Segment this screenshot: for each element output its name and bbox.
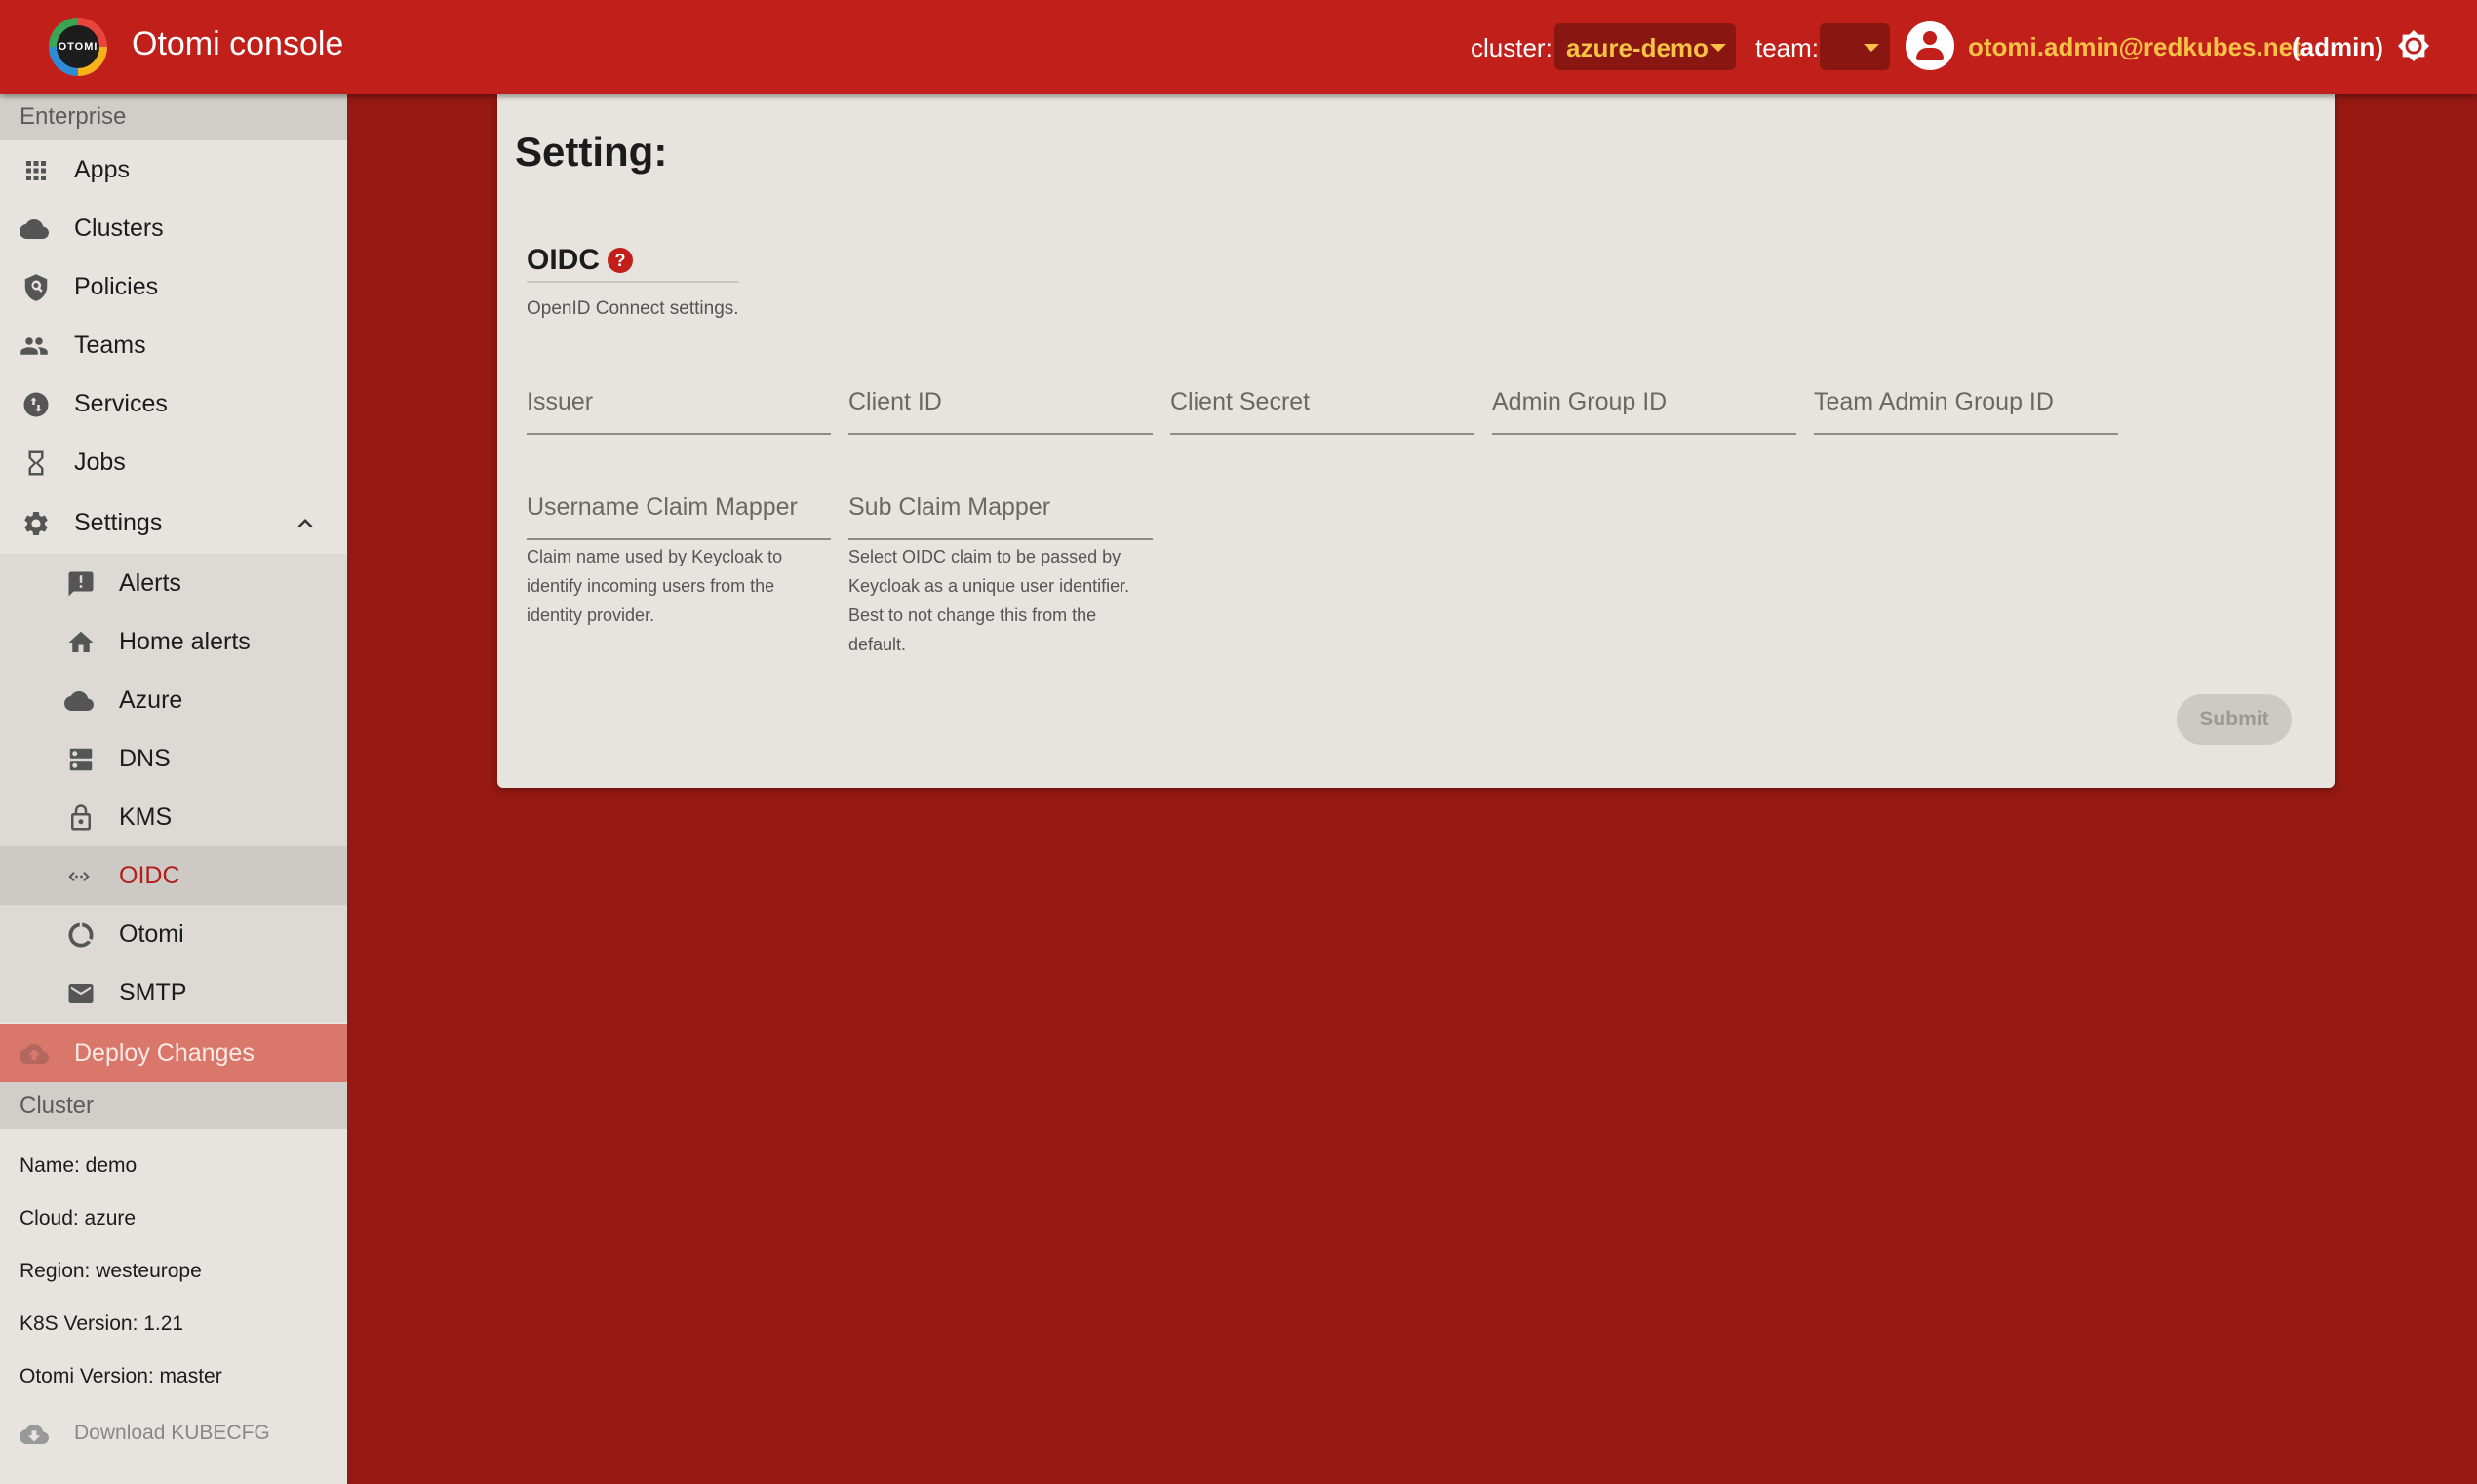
sidebar-item-label: Clusters (74, 215, 164, 242)
cluster-k8s-version: K8S Version: 1.21 (20, 1312, 184, 1335)
sub-claim-mapper-help: Select OIDC claim to be passed by Keyclo… (848, 547, 1130, 654)
cloud-icon (64, 691, 94, 711)
client-secret-input[interactable] (1170, 388, 1474, 416)
code-arrows-icon (68, 872, 90, 881)
admin-group-id-input[interactable] (1492, 388, 1796, 416)
cluster-select[interactable]: azure-demo (1554, 23, 1736, 70)
sub-claim-mapper-field[interactable] (848, 480, 1153, 540)
cluster-otomi-version: Otomi Version: master (20, 1365, 222, 1387)
sidebar-item-otomi[interactable]: Otomi (0, 905, 347, 963)
sidebar: Enterprise Apps Clusters Policies Teams … (0, 94, 347, 1484)
client-secret-field[interactable] (1170, 374, 1474, 435)
cluster-select-value: azure-demo (1566, 33, 1709, 62)
otomi-logo[interactable]: OTOMI (49, 18, 107, 76)
username-claim-mapper-input[interactable] (527, 493, 831, 522)
alert-message-icon (68, 571, 94, 597)
apps-grid-icon (26, 161, 46, 180)
sidebar-item-smtp[interactable]: SMTP (0, 963, 347, 1022)
sidebar-item-apps[interactable]: Apps (0, 140, 347, 199)
sidebar-item-jobs[interactable]: Jobs (0, 433, 347, 491)
cluster-cloud: Cloud: azure (20, 1207, 137, 1230)
top-app-bar: OTOMI Otomi console cluster: azure-demo … (0, 0, 2477, 94)
chevron-down-icon (1864, 44, 1879, 52)
download-kubecfg-button[interactable]: Download KUBECFG (0, 1404, 347, 1463)
dns-icon (69, 748, 93, 771)
app-title[interactable]: Otomi console (132, 25, 343, 63)
sidebar-item-clusters[interactable]: Clusters (0, 199, 347, 257)
shield-search-icon (24, 274, 48, 301)
sidebar-item-kms[interactable]: KMS (0, 788, 347, 846)
people-icon (20, 337, 48, 355)
sidebar-item-settings[interactable]: Settings (0, 493, 347, 552)
mail-icon (68, 984, 94, 1003)
sidebar-item-oidc[interactable]: OIDC (0, 846, 347, 905)
sidebar-section-enterprise: Enterprise (0, 94, 347, 140)
sidebar-item-label: Settings (74, 509, 163, 536)
sidebar-item-services[interactable]: Services (0, 374, 347, 433)
sidebar-item-label: Otomi (119, 920, 184, 948)
section-divider (527, 281, 739, 283)
cluster-label: cluster: (1471, 33, 1553, 62)
cloud-icon (20, 219, 49, 239)
help-icon[interactable]: ? (608, 248, 633, 273)
cloud-upload-icon (20, 1044, 49, 1064)
chevron-up-icon[interactable] (291, 509, 320, 538)
sidebar-item-alerts[interactable]: Alerts (0, 554, 347, 612)
gear-icon (24, 512, 48, 535)
team-admin-group-id-field[interactable] (1814, 374, 2118, 435)
team-label: team: (1755, 33, 1820, 62)
account-icon[interactable] (1906, 21, 1954, 70)
username-claim-mapper-help: Claim name used by Keycloak to identify … (527, 547, 783, 625)
settings-card: Setting: OIDC ? OpenID Connect settings.… (497, 94, 2335, 788)
hourglass-icon (28, 450, 44, 476)
sidebar-item-label: DNS (119, 745, 171, 772)
cloud-download-icon (20, 1425, 49, 1444)
sidebar-item-teams[interactable]: Teams (0, 316, 347, 374)
sidebar-item-label: Policies (74, 273, 159, 300)
swap-vert-icon (23, 392, 49, 417)
sidebar-item-label: Services (74, 390, 168, 417)
cluster-region: Region: westeurope (20, 1260, 202, 1282)
sidebar-item-label: OIDC (119, 862, 180, 889)
section-title: OIDC (527, 244, 600, 276)
cluster-name: Name: demo (20, 1154, 138, 1177)
issuer-input[interactable] (527, 388, 831, 416)
chevron-down-icon (1710, 44, 1726, 52)
sidebar-item-home-alerts[interactable]: Home alerts (0, 612, 347, 671)
sidebar-item-label: SMTP (119, 979, 187, 1006)
circle-notch-icon (68, 922, 94, 948)
deploy-changes-button[interactable]: Deploy Changes (0, 1024, 347, 1082)
sub-claim-mapper-input[interactable] (848, 493, 1153, 522)
sidebar-item-azure[interactable]: Azure (0, 671, 347, 729)
team-select[interactable] (1820, 23, 1890, 70)
user-email[interactable]: otomi.admin@redkubes.net (1968, 32, 2301, 62)
sidebar-item-label: Teams (74, 332, 146, 359)
username-claim-mapper-field[interactable] (527, 480, 831, 540)
sidebar-item-label: Alerts (119, 569, 181, 597)
client-id-field[interactable] (848, 374, 1153, 435)
team-admin-group-id-input[interactable] (1814, 388, 2118, 416)
client-id-input[interactable] (848, 388, 1153, 416)
user-role: (admin) (2292, 32, 2383, 61)
download-kubecfg-label: Download KUBECFG (74, 1422, 270, 1444)
submit-button[interactable]: Submit (2177, 694, 2292, 745)
sidebar-item-label: Azure (119, 686, 183, 714)
deploy-changes-label: Deploy Changes (74, 1039, 255, 1067)
lock-icon (71, 804, 91, 831)
sidebar-section-cluster: Cluster (0, 1082, 347, 1129)
issuer-field[interactable] (527, 374, 831, 435)
sidebar-item-policies[interactable]: Policies (0, 257, 347, 316)
home-icon (68, 631, 94, 652)
brightness-icon[interactable] (2397, 29, 2430, 62)
sidebar-item-label: Jobs (74, 449, 126, 476)
sidebar-item-label: Apps (74, 156, 130, 183)
sidebar-item-dns[interactable]: DNS (0, 729, 347, 788)
sidebar-item-label: Home alerts (119, 628, 251, 655)
sidebar-item-label: KMS (119, 803, 173, 831)
section-description: OpenID Connect settings. (527, 298, 739, 319)
page-title: Setting: (515, 129, 668, 175)
admin-group-id-field[interactable] (1492, 374, 1796, 435)
logo-text: OTOMI (57, 25, 99, 68)
